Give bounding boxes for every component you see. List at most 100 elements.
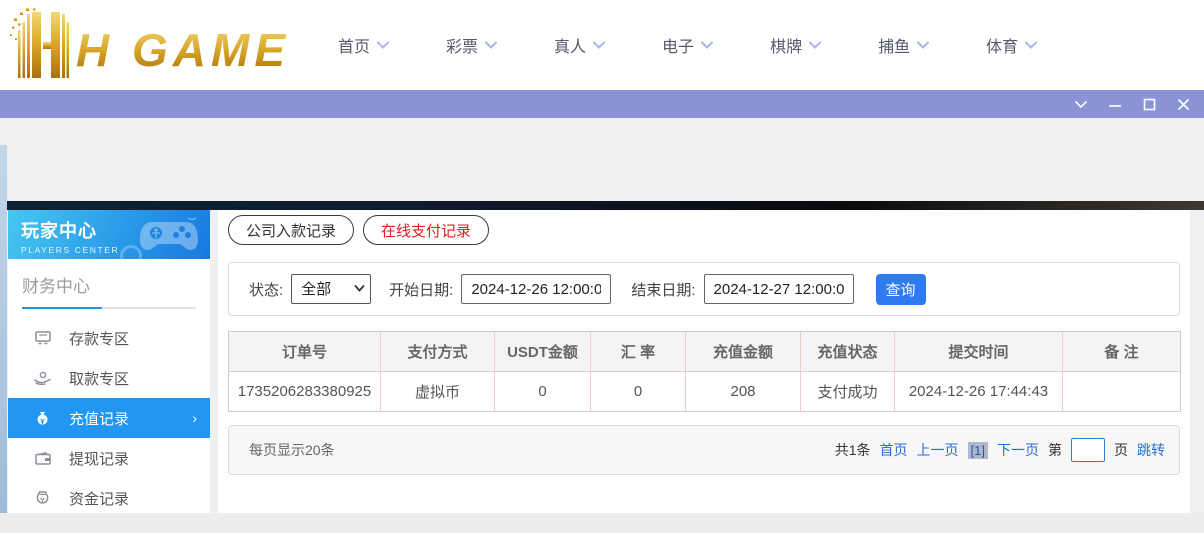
cell-order-number: 1735206283380925 [229,372,381,412]
status-select[interactable]: 全部 [291,274,371,304]
chevron-right-icon: › [192,410,197,426]
search-button[interactable]: 查询 [876,274,926,305]
total-count-text: 共1条 [835,440,871,460]
nav-label: 彩票 [446,33,478,57]
table-row: 1735206283380925 虚拟币 0 0 208 支付成功 2024-1… [229,372,1181,412]
page-suffix-text: 页 [1114,440,1128,460]
records-table: 订单号 支付方式 USDT金额 汇 率 充值金额 充值状态 提交时间 备 注 1… [228,331,1181,412]
window-close-button[interactable] [1172,94,1194,114]
deposit-card-icon [34,331,51,345]
chevron-down-icon [1025,41,1037,49]
nav-item-live[interactable]: 真人 [554,33,605,57]
end-date-input[interactable] [704,274,854,304]
chevron-down-icon [485,41,497,49]
sidebar-item-recharge-records[interactable]: 充值记录 › [8,398,210,438]
cell-recharge-amount: 208 [686,372,801,412]
nav-label: 捕鱼 [878,33,910,57]
filter-bar: 状态: 全部 开始日期: 结束日期: 查询 [228,262,1180,316]
jump-link[interactable]: 跳转 [1137,440,1165,460]
first-page-link[interactable]: 首页 [880,440,908,460]
window-maximize-button[interactable] [1138,94,1160,114]
chevron-down-icon [809,41,821,49]
col-exchange-rate: 汇 率 [591,332,686,372]
sidebar-header: 玩家中心 PLAYERS CENTER [8,210,210,259]
nav-item-slots[interactable]: 电子 [662,33,713,57]
finance-section-underline [22,307,196,309]
col-submit-time: 提交时间 [895,332,1063,372]
logo-text: H GAME [76,24,290,76]
status-label: 状态: [249,279,283,300]
minimize-icon [1108,99,1122,109]
sidebar-item-fund-records[interactable]: 资金记录 [8,478,210,518]
col-usdt-amount: USDT金额 [495,332,591,372]
dark-divider-strip [0,201,1204,210]
nav-item-fishing[interactable]: 捕鱼 [878,33,929,57]
nav-label: 首页 [338,33,370,57]
logo-mark-icon [10,8,69,78]
maximize-icon [1143,98,1156,111]
finance-section-label: 财务中心 [22,272,196,297]
sidebar-menu: 存款专区 取款专区 充值记录 › 提现记录 资金记录 [8,318,210,518]
cell-payment-method: 虚拟币 [381,372,495,412]
col-recharge-amount: 充值金额 [686,332,801,372]
cell-remark [1063,372,1181,412]
left-edge-decoration [0,145,7,513]
sidebar-item-withdrawal-records[interactable]: 提现记录 [8,438,210,478]
brand-logo[interactable]: H GAME [10,8,290,82]
player-center-sidebar: 玩家中心 PLAYERS CENTER 财务中心 存款专区 取款专区 [8,210,210,513]
sidebar-item-label: 提现记录 [69,448,129,469]
prev-page-link[interactable]: 上一页 [917,440,959,460]
wallet-icon [34,452,51,465]
window-minimize-button[interactable] [1104,94,1126,114]
table-header-row: 订单号 支付方式 USDT金额 汇 率 充值金额 充值状态 提交时间 备 注 [229,332,1181,372]
withdraw-hand-icon [34,371,51,385]
records-panel: 公司入款记录 在线支付记录 状态: 全部 开始日期: 结束日期: 查询 订单号 … [218,210,1190,513]
cell-recharge-status: 支付成功 [801,372,895,412]
pagination-bar: 每页显示20条 共1条 首页 上一页 [1] 下一页 第 页 跳转 [228,425,1180,475]
top-header: H GAME 首页 彩票 真人 电子 棋牌 捕鱼 体育 [0,0,1204,90]
chevron-down-icon [701,41,713,49]
close-icon [1177,98,1190,111]
per-page-text: 每页显示20条 [249,440,335,460]
nav-item-cards[interactable]: 棋牌 [770,33,821,57]
col-order-number: 订单号 [229,332,381,372]
col-payment-method: 支付方式 [381,332,495,372]
start-date-label: 开始日期: [389,279,453,300]
record-tabs: 公司入款记录 在线支付记录 [228,215,1180,245]
cell-submit-time: 2024-12-26 17:44:43 [895,372,1063,412]
nav-item-home[interactable]: 首页 [338,33,389,57]
sidebar-item-withdraw-zone[interactable]: 取款专区 [8,358,210,398]
chevron-down-icon [593,41,605,49]
purse-icon [34,491,51,505]
sidebar-item-label: 取款专区 [69,368,129,389]
pager-controls: 共1条 首页 上一页 [1] 下一页 第 页 跳转 [835,438,1165,462]
window-collapse-button[interactable] [1070,94,1092,114]
nav-label: 电子 [662,33,694,57]
chevron-down-icon [1074,100,1088,109]
sidebar-item-label: 存款专区 [69,328,129,349]
footer-strip [0,513,1204,533]
next-page-link[interactable]: 下一页 [997,440,1039,460]
page-prefix-text: 第 [1048,440,1062,460]
nav-item-lottery[interactable]: 彩票 [446,33,497,57]
cell-usdt-amount: 0 [495,372,591,412]
page-number-input[interactable] [1071,438,1105,462]
sidebar-item-deposit-zone[interactable]: 存款专区 [8,318,210,358]
start-date-input[interactable] [461,274,611,304]
nav-label: 真人 [554,33,586,57]
tab-online-payment-records[interactable]: 在线支付记录 [363,215,489,245]
sidebar-item-label: 充值记录 [69,408,129,429]
main-nav: 首页 彩票 真人 电子 棋牌 捕鱼 体育 [338,33,1037,57]
tab-company-deposit-records[interactable]: 公司入款记录 [228,215,354,245]
chevron-down-icon [377,41,389,49]
finance-section-header: 财务中心 [8,259,210,309]
col-recharge-status: 充值状态 [801,332,895,372]
nav-label: 体育 [986,33,1018,57]
nav-label: 棋牌 [770,33,802,57]
nav-item-sports[interactable]: 体育 [986,33,1037,57]
col-remark: 备 注 [1063,332,1181,372]
moneybag-icon [34,411,51,426]
window-titlebar [0,90,1204,118]
sidebar-item-label: 资金记录 [69,488,129,509]
gamepad-icon [138,216,200,256]
